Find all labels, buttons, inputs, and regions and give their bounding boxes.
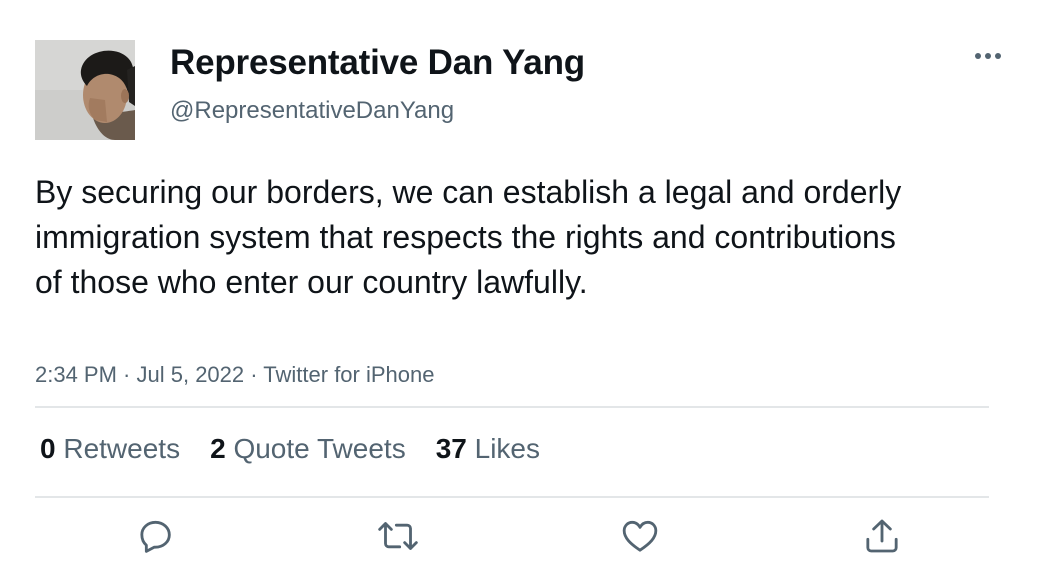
engagement-stats: 0 Retweets 2 Quote Tweets 37 Likes (40, 430, 570, 468)
tweet-source[interactable]: Twitter for iPhone (263, 362, 434, 387)
divider-top (35, 406, 989, 408)
quote-tweets-count: 2 (210, 433, 226, 464)
quote-tweets-stat[interactable]: 2 Quote Tweets (210, 430, 406, 468)
meta-separator: · (116, 362, 137, 387)
share-icon (862, 516, 902, 561)
divider-bottom (35, 496, 989, 498)
reply-icon (136, 516, 176, 561)
likes-count: 37 (435, 433, 467, 464)
user-handle[interactable]: @RepresentativeDanYang (170, 96, 454, 126)
retweet-icon (376, 516, 420, 561)
display-name[interactable]: Representative Dan Yang (170, 42, 585, 84)
quote-tweets-label: Quote Tweets (233, 433, 406, 464)
share-button[interactable] (860, 516, 904, 560)
like-button[interactable] (618, 516, 662, 560)
likes-label: Likes (474, 433, 541, 464)
more-horizontal-icon (968, 53, 1008, 76)
likes-stat[interactable]: 37 Likes (436, 430, 540, 468)
tweet-date[interactable]: Jul 5, 2022 (137, 362, 245, 387)
tweet-text: By securing our borders, we can establis… (35, 174, 902, 300)
avatar[interactable] (35, 40, 135, 140)
retweets-stat[interactable]: 0 Retweets (40, 430, 180, 468)
heart-icon (620, 516, 660, 561)
tweet-metadata: 2:34 PM · Jul 5, 2022 · Twitter for iPho… (35, 360, 434, 390)
reply-button[interactable] (134, 516, 178, 560)
more-options-button[interactable] (968, 40, 1008, 72)
tweet-time[interactable]: 2:34 PM (35, 362, 117, 387)
retweets-count: 0 (40, 433, 56, 464)
meta-separator: · (244, 362, 264, 387)
retweet-button[interactable] (376, 516, 420, 560)
retweets-label: Retweets (63, 433, 181, 464)
